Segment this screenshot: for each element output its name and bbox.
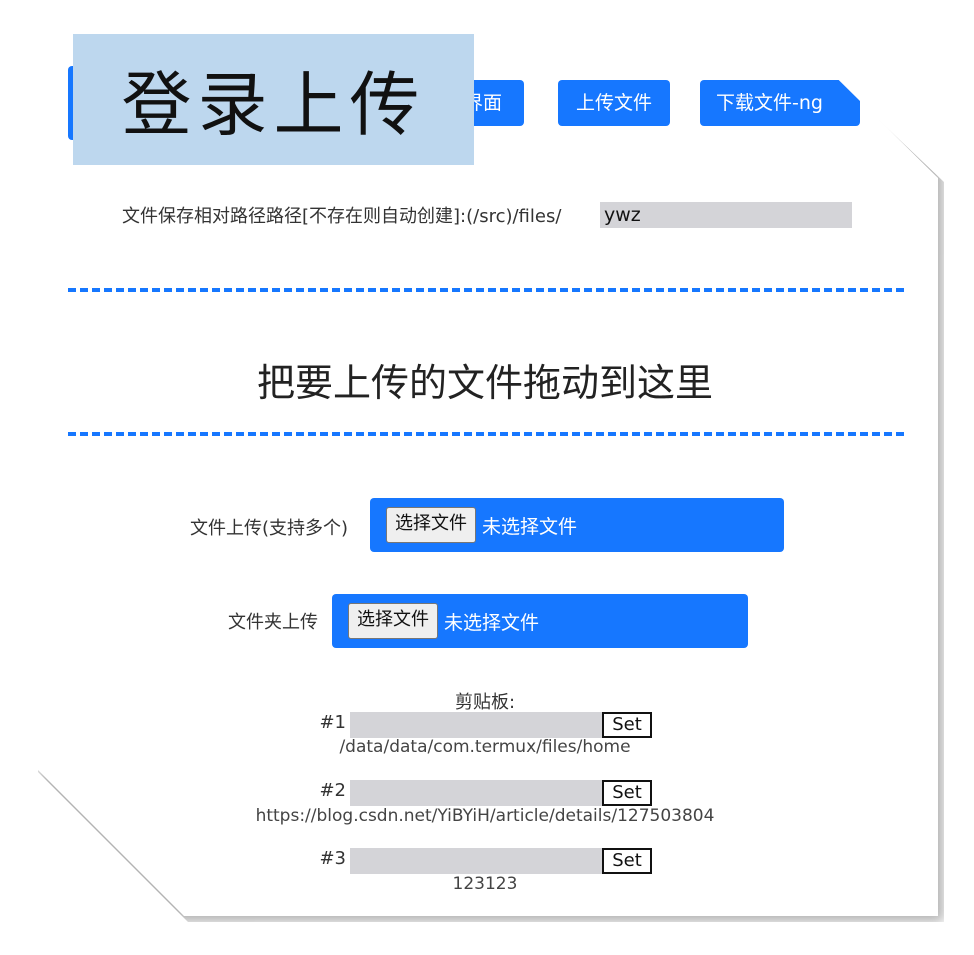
clipboard-input[interactable] bbox=[350, 712, 602, 738]
dropzone-bottom-border bbox=[68, 432, 904, 436]
clipboard-value[interactable]: 123123 bbox=[32, 874, 938, 894]
folder-upload-label: 文件夹上传 bbox=[228, 612, 318, 633]
clipboard-label: #2 bbox=[319, 780, 346, 801]
screenshot-stage: 界面 上传文件 下载文件-ng 文件保存相对路径路径[不存在则自动创建]:(/s… bbox=[0, 0, 974, 955]
clipboard-input[interactable] bbox=[350, 780, 602, 806]
clipboard-label: #3 bbox=[319, 848, 346, 869]
upload-file-button[interactable]: 上传文件 bbox=[558, 80, 670, 126]
file-choose-button[interactable]: 选择文件 bbox=[386, 507, 476, 543]
dropzone-top-border bbox=[68, 288, 904, 292]
download-file-button[interactable]: 下载文件-ng bbox=[700, 80, 860, 126]
file-status: 未选择文件 bbox=[482, 515, 578, 538]
title-overlay: 登录上传 bbox=[73, 34, 474, 165]
clipboard-set-button[interactable]: Set bbox=[602, 848, 652, 874]
file-upload-input[interactable]: 选择文件 未选择文件 bbox=[370, 498, 784, 552]
clipboard-set-button[interactable]: Set bbox=[602, 712, 652, 738]
clipboard-value[interactable]: /data/data/com.termux/files/home bbox=[32, 737, 938, 757]
clipboard-set-button[interactable]: Set bbox=[602, 780, 652, 806]
folder-choose-button[interactable]: 选择文件 bbox=[348, 603, 438, 639]
save-path-label: 文件保存相对路径路径[不存在则自动创建]:(/src)/files/ bbox=[122, 206, 562, 227]
dropzone-text[interactable]: 把要上传的文件拖动到这里 bbox=[32, 352, 938, 407]
file-upload-label: 文件上传(支持多个) bbox=[190, 518, 349, 539]
clipboard-label: #1 bbox=[319, 712, 346, 733]
folder-upload-input[interactable]: 选择文件 未选择文件 bbox=[332, 594, 748, 648]
save-path-input[interactable] bbox=[600, 202, 852, 228]
clipboard-value[interactable]: https://blog.csdn.net/YiBYiH/article/det… bbox=[32, 806, 938, 826]
clipboard-input[interactable] bbox=[350, 848, 602, 874]
folder-status: 未选择文件 bbox=[444, 611, 540, 634]
clipboard-title: 剪贴板: bbox=[454, 692, 516, 713]
